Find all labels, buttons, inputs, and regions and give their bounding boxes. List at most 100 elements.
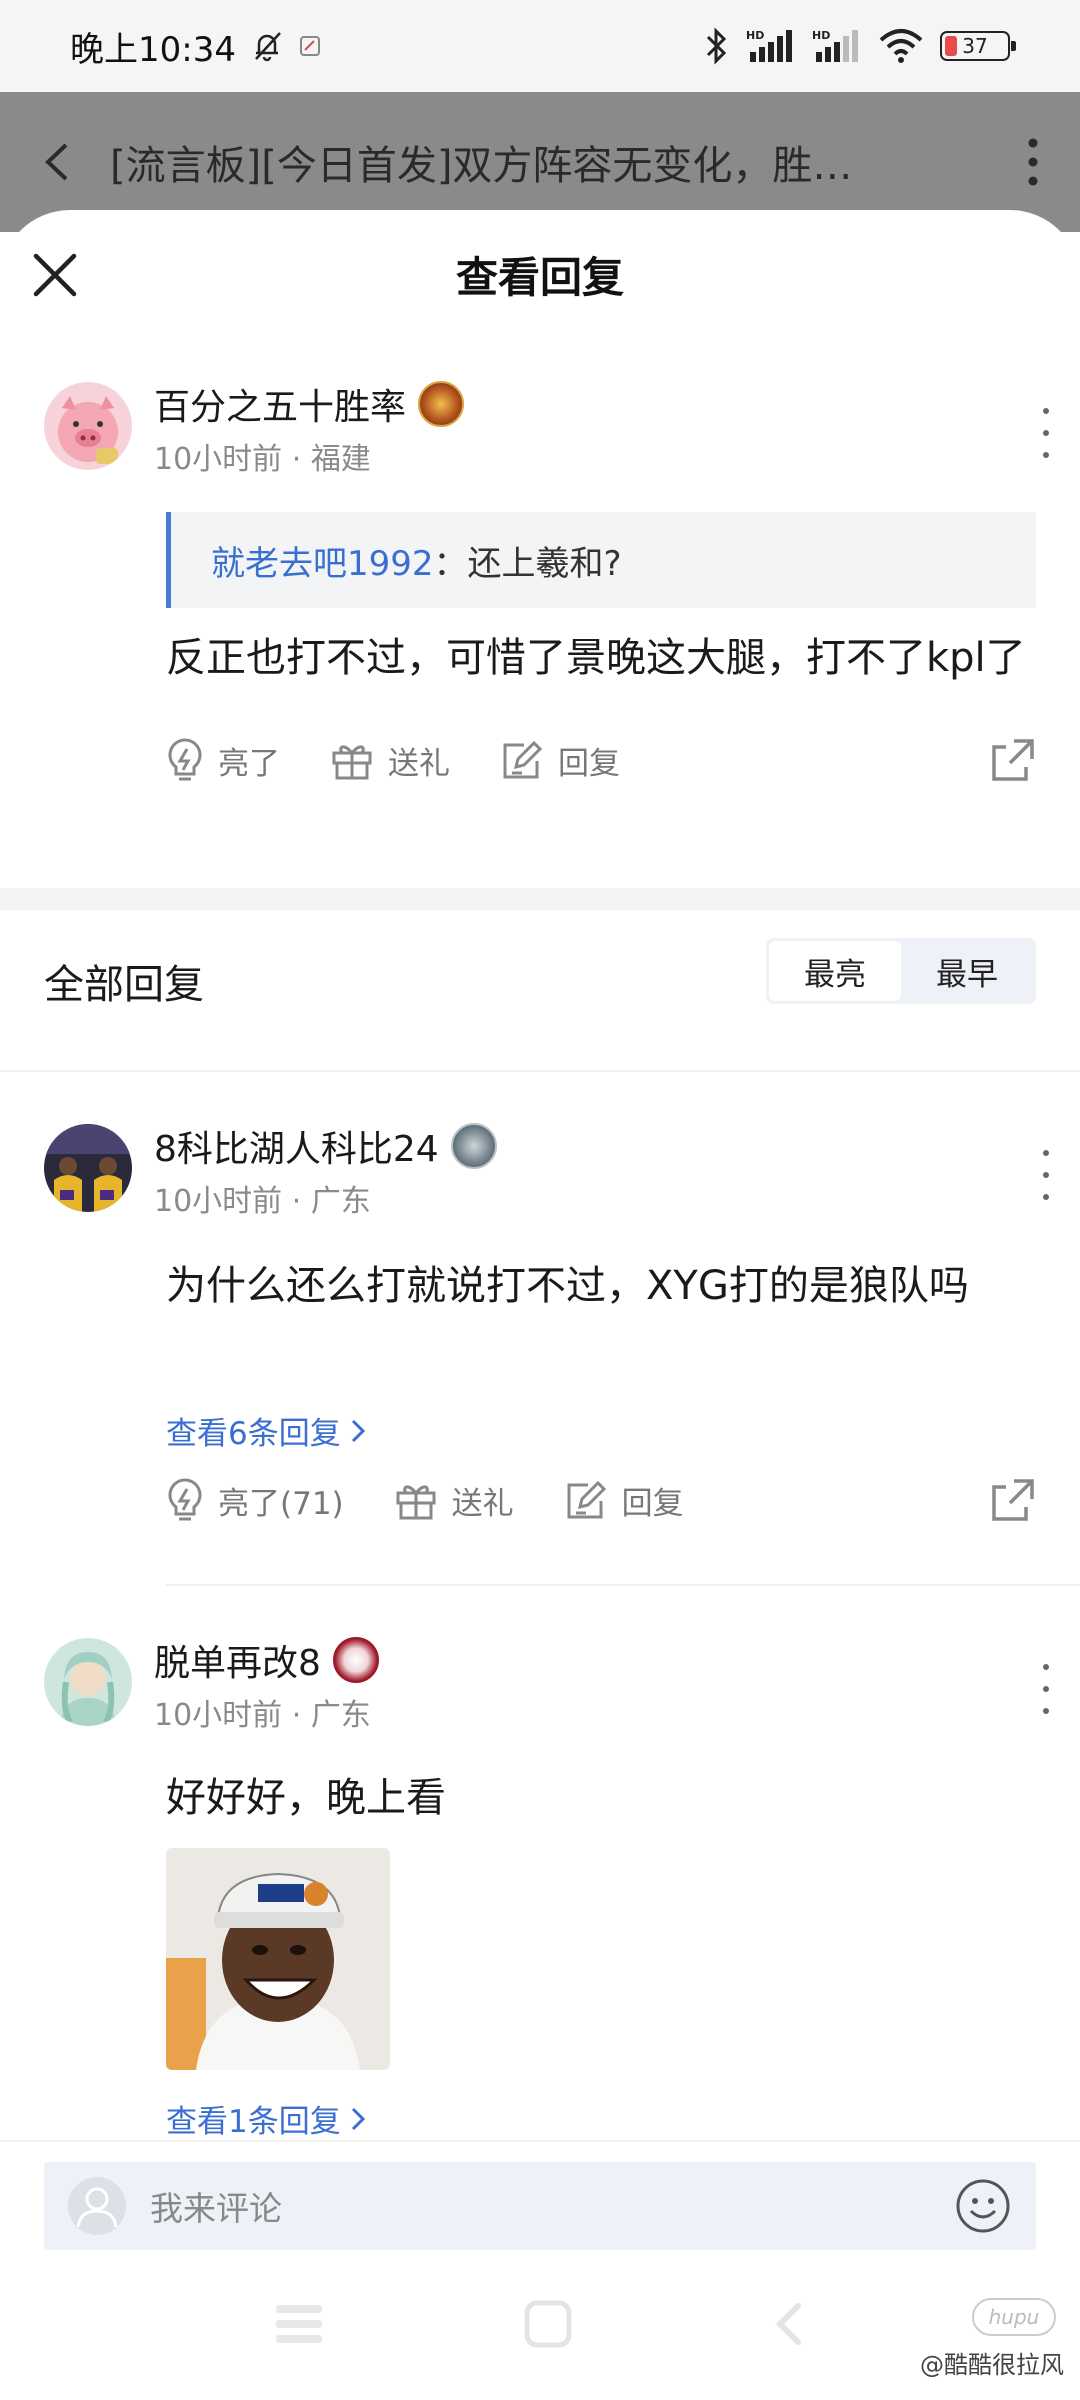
mute-bell-icon [255, 32, 281, 62]
bluetooth-icon [706, 27, 727, 65]
meta-dot: · [291, 442, 311, 477]
view-replies-label: 查看6条回复 [166, 1416, 341, 1452]
system-nav-bar [0, 2274, 1080, 2374]
watermark-text: @酷酷很拉风 [920, 2351, 1064, 2379]
reply-button[interactable]: 回复 [564, 1478, 684, 1523]
status-bar: 晚上10:34 HD HD 37 [0, 0, 1080, 92]
avatar[interactable] [44, 382, 132, 470]
lightbulb-icon [168, 1478, 202, 1521]
status-icons-left [250, 29, 322, 63]
reply-time: 10小时前 [154, 1698, 283, 1733]
reply-label: 回复 [621, 1485, 684, 1522]
close-icon[interactable] [30, 250, 80, 300]
meta-dot: · [291, 1698, 311, 1733]
signal-hd-icon-2: HD [812, 29, 858, 62]
comment-placeholder: 我来评论 [150, 2189, 282, 2228]
username[interactable]: 百分之五十胜率 [154, 378, 406, 430]
quote-text: 还上羲和? [467, 543, 622, 584]
status-time: 晚上10:34 [70, 29, 236, 70]
gift-label: 送礼 [388, 745, 450, 782]
reply-location: 广东 [310, 1698, 371, 1733]
reply-content: 为什么还么打就说打不过，XYG打的是狼队吗 [166, 1263, 969, 1309]
menu-icon[interactable] [274, 2301, 324, 2347]
battery-level: 37 [962, 34, 988, 58]
sort-earliest-button[interactable]: 最早 [901, 941, 1033, 1001]
like-button[interactable]: 亮了(71) [166, 1477, 344, 1523]
gift-button[interactable]: 送礼 [394, 1478, 514, 1523]
username-row: 脱单再改8 [154, 1634, 379, 1686]
meta-dot: · [291, 1184, 311, 1219]
battery-indicator: 37 [940, 31, 1016, 61]
reply-location: 广东 [310, 1184, 371, 1219]
reply-actions: 亮了(71) 送礼 回复 [166, 1472, 1036, 1528]
share-icon[interactable] [990, 1477, 1036, 1523]
post-content: 反正也打不过，可惜了景晚这大腿，打不了kpl了 [166, 635, 1026, 681]
wifi-icon [879, 29, 923, 63]
gift-button[interactable]: 送礼 [330, 738, 450, 783]
reply-meta: 10小时前 · 广东 [154, 1690, 371, 1734]
sort-toggle: 最亮 最早 [766, 938, 1036, 1004]
edit-reply-icon [567, 1480, 606, 1519]
avatar[interactable] [44, 1124, 132, 1212]
svg-text:HD: HD [812, 29, 830, 42]
reply-sheet: 查看回复 百分之五十胜率 10小时前 · 福建 就老去吧1992 ： 还上羲和?… [0, 210, 1080, 2400]
watermark-logo: hupu [972, 2298, 1056, 2336]
divider [0, 1070, 1080, 1072]
gift-icon [396, 1485, 436, 1520]
quote-separator: ： [433, 543, 468, 584]
reply-meta: 10小时前 · 广东 [154, 1176, 371, 1220]
status-right: HD HD 37 [704, 27, 1016, 65]
like-button[interactable]: 亮了 [166, 737, 280, 783]
reply-button[interactable]: 回复 [500, 738, 620, 783]
emoji-icon[interactable] [954, 2177, 1012, 2235]
notification-icon [299, 36, 320, 56]
sticker-image[interactable] [166, 1848, 390, 2070]
like-label: 亮了 [218, 745, 280, 782]
chevron-right-icon [351, 1419, 365, 1442]
post-actions: 亮了 送礼 回复 [166, 732, 1036, 788]
more-vertical-icon[interactable] [1026, 137, 1040, 187]
user-avatar-icon [68, 2177, 126, 2235]
reply-time: 10小时前 [154, 1184, 283, 1219]
rank-badge-icon [450, 1123, 497, 1169]
view-replies-link[interactable]: 查看6条回复 [166, 1408, 367, 1453]
username-row: 百分之五十胜率 [154, 378, 465, 430]
like-label: 亮了(71) [218, 1485, 344, 1522]
username[interactable]: 8科比湖人科比24 [154, 1120, 439, 1172]
comment-input[interactable]: 我来评论 [44, 2162, 1036, 2250]
rank-badge-icon [418, 381, 465, 427]
sheet-header: 查看回复 [0, 210, 1080, 338]
post-meta: 10小时前 · 福建 [154, 434, 371, 478]
back-icon[interactable] [772, 2300, 806, 2348]
post-time: 10小时前 [154, 442, 283, 477]
more-options-icon[interactable] [1040, 1150, 1052, 1200]
username-row: 8科比湖人科比24 [154, 1120, 497, 1172]
rank-badge-icon [332, 1637, 379, 1683]
divider [166, 1584, 1080, 1586]
post-location: 福建 [310, 442, 371, 477]
home-icon[interactable] [524, 2300, 572, 2348]
quoted-comment: 就老去吧1992 ： 还上羲和? [166, 512, 1036, 608]
chevron-right-icon [351, 2107, 365, 2130]
sheet-title: 查看回复 [455, 252, 624, 302]
back-arrow-icon[interactable] [40, 139, 74, 185]
svg-text:HD: HD [746, 29, 764, 42]
share-icon[interactable] [990, 737, 1036, 783]
reply-content: 好好好，晚上看 [166, 1775, 446, 1821]
section-divider [0, 888, 1080, 910]
page-header-title: [流言板][今日首发]双方阵容无变化，胜… [110, 143, 853, 189]
gift-label: 送礼 [451, 1485, 514, 1522]
divider [0, 2140, 1080, 2142]
quote-user[interactable]: 就老去吧1992 [211, 536, 434, 585]
avatar[interactable] [44, 1638, 132, 1726]
lightbulb-icon [168, 738, 202, 781]
signal-hd-icon: HD [746, 29, 792, 62]
more-options-icon[interactable] [1040, 408, 1052, 458]
sort-brightest-button[interactable]: 最亮 [769, 941, 901, 1001]
username[interactable]: 脱单再改8 [154, 1634, 321, 1686]
gift-icon [332, 745, 372, 780]
view-replies-link[interactable]: 查看1条回复 [166, 2096, 367, 2141]
all-replies-heading: 全部回复 [44, 962, 204, 1008]
more-options-icon[interactable] [1040, 1664, 1052, 1714]
reply-label: 回复 [558, 745, 620, 782]
